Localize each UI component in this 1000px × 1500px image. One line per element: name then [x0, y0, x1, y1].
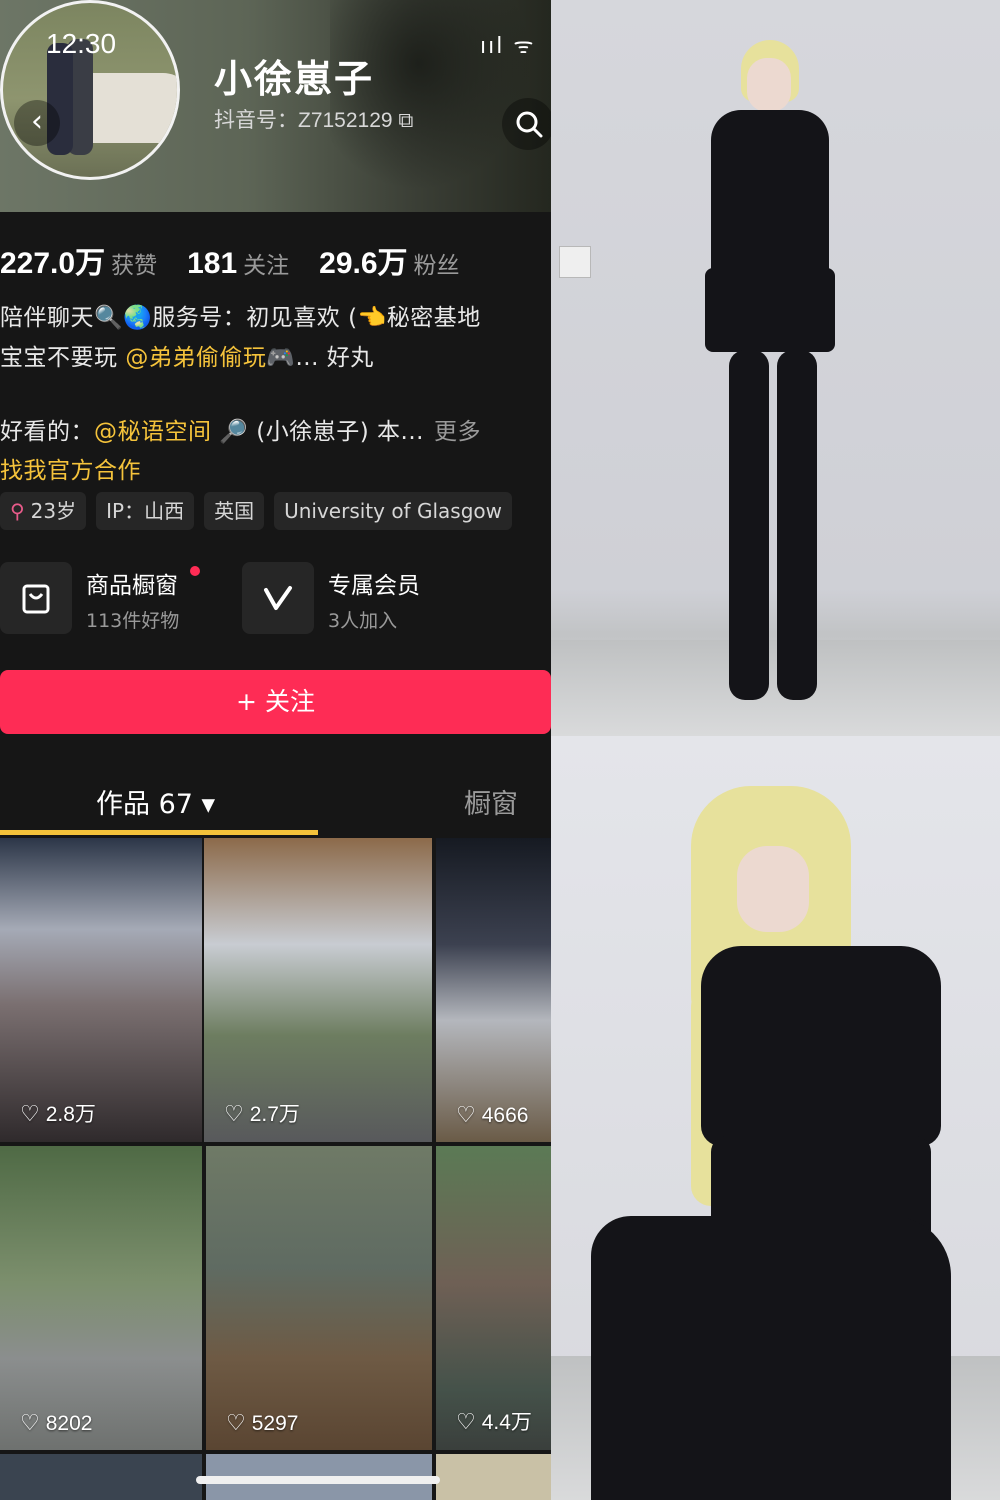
video-likes: ♡ 5297: [226, 1410, 298, 1436]
username: 小徐崽子: [214, 57, 375, 101]
age-text: 23岁: [30, 499, 77, 523]
video-likes: ♡ 8202: [20, 1410, 92, 1436]
heart-icon: ♡: [456, 1409, 476, 1434]
video-likes: ♡ 4666: [456, 1102, 528, 1128]
search-icon: [516, 111, 543, 138]
video-thumbnail[interactable]: ♡ 5297: [206, 1146, 432, 1450]
back-button[interactable]: ‹: [14, 100, 60, 146]
tab-shop-window[interactable]: 橱窗: [464, 782, 518, 821]
photo-standing-pose: [551, 0, 1000, 736]
membership-entry[interactable]: 专属会员 3人加入: [242, 562, 482, 636]
shop-window-entry[interactable]: 商品橱窗 113件好物: [0, 562, 220, 636]
age-tag: ⚲ 23岁: [0, 492, 87, 530]
avatar[interactable]: [0, 0, 180, 180]
followers-count[interactable]: 29.6万: [319, 238, 407, 282]
likes-count: 5297: [251, 1412, 299, 1435]
video-thumbnail[interactable]: [0, 1454, 202, 1500]
following-count[interactable]: 181: [187, 247, 237, 281]
bio-text: 🔎 (小徐崽子) 本...: [211, 419, 424, 445]
likes-count: 2.8万: [45, 1103, 96, 1126]
bio-text: 宝宝不要玩: [0, 345, 126, 371]
bio-more-link[interactable]: 更多: [434, 419, 481, 445]
bio-mention-link[interactable]: @弟弟偷偷玩: [125, 345, 266, 371]
membership-count: 3人加入: [328, 610, 398, 632]
video-likes: ♡ 2.7万: [224, 1098, 300, 1128]
status-time: 12:30: [46, 28, 117, 59]
shop-bag-icon: [0, 562, 72, 634]
home-indicator[interactable]: [196, 1476, 440, 1484]
profile-tags: ⚲ 23岁 IP：山西 英国 University of Glasgow: [0, 492, 512, 530]
ip-tag: IP：山西: [96, 492, 195, 530]
notification-dot: [190, 566, 200, 576]
follow-button[interactable]: + 关注: [0, 670, 551, 734]
bio-line-3: 好看的：@秘语空间 🔎 (小徐崽子) 本... 更多: [0, 412, 481, 446]
female-icon: ⚲: [10, 499, 25, 523]
likes-label: 获赞: [111, 253, 158, 279]
video-thumbnail[interactable]: ♡ 4666: [436, 838, 551, 1142]
profile-screen: 12:30 ııl ᯤ ‹ 小徐崽子 抖音号：Z7152129 ⧉ 227.0万…: [0, 0, 551, 1500]
heart-icon: ♡: [456, 1102, 476, 1127]
video-thumbnail[interactable]: [436, 1454, 551, 1500]
heart-icon: ♡: [226, 1410, 246, 1435]
wall-outlet: [559, 246, 591, 278]
business-contact-link[interactable]: 找我官方合作: [0, 451, 141, 485]
likes-count: 8202: [45, 1412, 93, 1435]
video-thumbnail[interactable]: ♡ 8202: [0, 1146, 202, 1450]
video-likes: ♡ 4.4万: [456, 1406, 532, 1436]
followers-label: 粉丝: [413, 253, 460, 279]
likes-count[interactable]: 227.0万: [0, 238, 105, 282]
country-tag: 英国: [204, 492, 265, 530]
membership-v-icon: [242, 562, 314, 634]
bio-mention-link[interactable]: @秘语空间: [94, 419, 212, 445]
active-tab-indicator: [0, 830, 318, 835]
search-button[interactable]: [502, 98, 551, 150]
tab-works[interactable]: 作品 67 ▾: [96, 782, 215, 821]
video-thumbnail[interactable]: ♡ 4.4万: [436, 1146, 551, 1450]
content-tabs: 作品 67 ▾ 橱窗: [0, 770, 551, 836]
heart-icon: ♡: [224, 1101, 244, 1126]
school-tag[interactable]: University of Glasgow: [274, 492, 512, 530]
signal-wifi-icon: ııl ᯤ: [480, 34, 536, 59]
bio-text: 🎮... 好丸: [266, 345, 374, 371]
bio-line-2: 宝宝不要玩 @弟弟偷偷玩🎮... 好丸: [0, 338, 374, 372]
membership-title: 专属会员: [328, 573, 420, 599]
video-likes: ♡ 2.8万: [20, 1098, 96, 1128]
heart-icon: ♡: [20, 1101, 40, 1126]
likes-count: 4.4万: [481, 1411, 532, 1434]
video-thumbnail[interactable]: ♡ 2.7万: [204, 838, 432, 1142]
heart-icon: ♡: [20, 1410, 40, 1435]
shop-window-count: 113件好物: [86, 610, 180, 632]
likes-count: 2.7万: [249, 1103, 300, 1126]
following-label: 关注: [243, 253, 290, 279]
account-id[interactable]: 抖音号：Z7152129 ⧉: [214, 104, 413, 134]
profile-stats: 227.0万 获赞 181 关注 29.6万 粉丝: [0, 238, 490, 281]
bio-text: 好看的：: [0, 419, 94, 445]
bio-line-1: 陪伴聊天🔍🌏服务号：初见喜欢 (👈秘密基地: [0, 305, 481, 331]
photo-kneeling-pose: [551, 736, 1000, 1500]
video-thumbnail[interactable]: ♡ 2.8万: [0, 838, 202, 1142]
shop-window-title: 商品橱窗: [86, 573, 178, 599]
likes-count: 4666: [481, 1104, 529, 1127]
